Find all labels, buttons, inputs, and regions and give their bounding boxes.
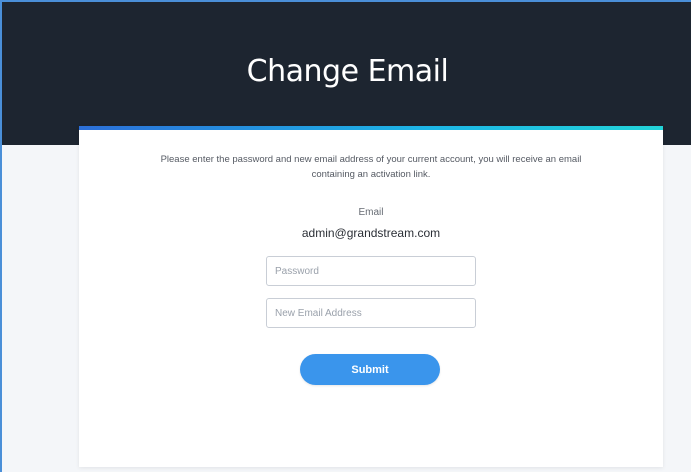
card-accent-bar	[79, 126, 663, 130]
email-label: Email	[358, 207, 384, 218]
password-input[interactable]	[266, 256, 476, 286]
current-email-value: admin@grandstream.com	[301, 226, 441, 240]
change-email-card: Please enter the password and new email …	[79, 126, 663, 467]
new-email-input[interactable]	[266, 298, 476, 328]
page-header: Change Email	[2, 2, 691, 145]
app-window: Change Email Please enter the password a…	[0, 0, 691, 472]
page-title: Change Email	[246, 54, 449, 89]
instructions-text: Please enter the password and new email …	[160, 154, 582, 180]
submit-button[interactable]: Submit	[300, 354, 440, 385]
